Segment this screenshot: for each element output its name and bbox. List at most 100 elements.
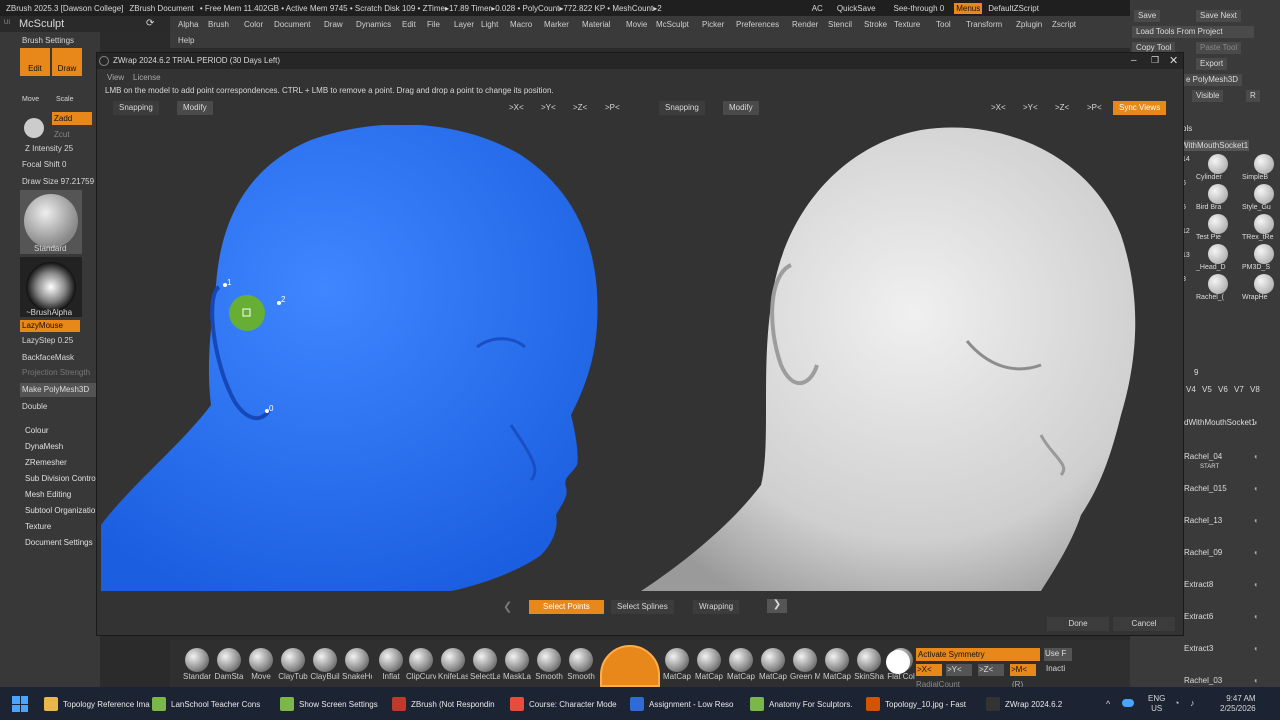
menu-texture[interactable]: Texture: [894, 20, 920, 29]
brush-thumbnail[interactable]: MaskLa: [502, 648, 532, 686]
left-snapping-tab[interactable]: Snapping: [113, 101, 159, 115]
menu-render[interactable]: Render: [792, 20, 818, 29]
menu-file[interactable]: File: [427, 20, 440, 29]
brush-thumbnail[interactable]: SkinSha: [854, 648, 884, 686]
target-viewport[interactable]: [641, 125, 1181, 591]
paste-tool-button[interactable]: Paste Tool: [1196, 42, 1242, 54]
menu-light[interactable]: Light: [481, 20, 498, 29]
cloud-icon[interactable]: [1122, 699, 1134, 707]
menu-brush[interactable]: Brush: [208, 20, 229, 29]
subtool-visibility-icon[interactable]: ◐: [1254, 484, 1259, 493]
menu-zplugin[interactable]: Zplugin: [1016, 20, 1042, 29]
subtool-item[interactable]: Rachel_015: [1184, 484, 1227, 493]
tool-thumbnail-icon[interactable]: [1254, 184, 1274, 204]
subtool-item[interactable]: Rachel_03: [1184, 676, 1222, 685]
subtool-visibility-icon[interactable]: ◐: [1254, 676, 1259, 685]
windows-start-icon[interactable]: [12, 696, 28, 712]
restore-icon[interactable]: ❐: [1151, 55, 1159, 66]
make-polymesh-button[interactable]: Make PolyMesh3D: [20, 383, 96, 397]
save-next-button[interactable]: Save Next: [1196, 10, 1241, 22]
refresh-icon[interactable]: ⟳: [146, 18, 154, 29]
menu-layer[interactable]: Layer: [454, 20, 474, 29]
menu-picker[interactable]: Picker: [702, 20, 724, 29]
subtool-visibility-icon[interactable]: ◐: [1254, 580, 1259, 589]
subtool-item[interactable]: Extract6: [1184, 612, 1213, 621]
menu-transform[interactable]: Transform: [966, 20, 1002, 29]
left-section-item[interactable]: Sub Division Contro: [25, 474, 96, 483]
menu-tool[interactable]: Tool: [936, 20, 951, 29]
left-modify-tab[interactable]: Modify: [177, 101, 213, 115]
menu-help[interactable]: Help: [178, 36, 194, 45]
select-points-button[interactable]: Select Points: [529, 600, 604, 614]
brush-thumbnail[interactable]: Inflat: [376, 648, 406, 686]
tool-thumbnail-icon[interactable]: [1208, 244, 1228, 264]
brush-thumbnail[interactable]: Smooth: [566, 648, 596, 686]
current-brush-preview[interactable]: [600, 645, 660, 687]
license-menu[interactable]: License: [133, 73, 161, 82]
version-header[interactable]: V5: [1202, 385, 1212, 394]
version-header[interactable]: V7: [1234, 385, 1244, 394]
load-tools-button[interactable]: Load Tools From Project: [1132, 26, 1254, 38]
minimize-icon[interactable]: –: [1131, 55, 1137, 66]
sym-y-button[interactable]: >Y<: [946, 664, 972, 676]
tool-thumbnail-icon[interactable]: [1254, 154, 1274, 174]
subtool-item[interactable]: Rachel_13: [1184, 516, 1222, 525]
taskbar-app[interactable]: Anatomy For Sculptors.: [750, 692, 853, 716]
brush-thumbnail[interactable]: MatCap: [726, 648, 756, 686]
left-axis-y[interactable]: >Y<: [535, 101, 562, 115]
brush-thumbnail[interactable]: ClayBuil: [310, 648, 340, 686]
tool-thumbnail-icon[interactable]: [1254, 214, 1274, 234]
subtool-item[interactable]: Rachel_04: [1184, 452, 1222, 461]
subtool-visibility-icon[interactable]: ◐: [1254, 644, 1259, 653]
z-intensity-slider[interactable]: Z Intensity 25: [25, 144, 73, 153]
version-header[interactable]: V6: [1218, 385, 1228, 394]
menus-button[interactable]: Menus: [954, 2, 983, 14]
menu-material[interactable]: Material: [582, 20, 610, 29]
export-button[interactable]: Export: [1196, 58, 1228, 70]
save-button[interactable]: Save: [1134, 10, 1161, 22]
see-through-slider[interactable]: See-through 0: [894, 4, 945, 13]
language-indicator[interactable]: ENG US: [1148, 694, 1165, 714]
focal-shift-slider[interactable]: Focal Shift 0: [22, 160, 66, 169]
right-axis-y[interactable]: >Y<: [1017, 101, 1044, 115]
taskbar-app[interactable]: Topology_10.jpg - Fast: [866, 692, 966, 716]
select-splines-button[interactable]: Select Splines: [611, 600, 674, 614]
taskbar-app[interactable]: Topology Reference Ima: [44, 692, 150, 716]
subtool-visibility-icon[interactable]: ◐: [1254, 452, 1259, 461]
blue-head-model[interactable]: 1 2 0: [101, 125, 637, 591]
quicksave-button[interactable]: QuickSave: [837, 4, 876, 13]
draw-size-slider[interactable]: Draw Size 97.21759: [22, 177, 94, 186]
version-header[interactable]: V4: [1186, 385, 1196, 394]
lazystep-slider[interactable]: LazyStep 0.25: [22, 336, 73, 345]
close-icon[interactable]: ✕: [1169, 54, 1178, 67]
sym-m-button[interactable]: >M<: [1010, 664, 1036, 676]
default-zscript-button[interactable]: DefaultZScript: [988, 4, 1039, 13]
draw-button[interactable]: Draw: [52, 48, 82, 76]
sync-views-button[interactable]: Sync Views: [1113, 101, 1167, 115]
brush-thumbnail[interactable]: MatCap: [758, 648, 788, 686]
brush-thumbnail[interactable]: Smooth: [534, 648, 564, 686]
version-header[interactable]: V8: [1250, 385, 1260, 394]
menu-edit[interactable]: Edit: [402, 20, 416, 29]
menu-marker[interactable]: Marker: [544, 20, 569, 29]
left-section-item[interactable]: Document Settings: [25, 538, 93, 547]
menu-mcsculpt[interactable]: McSculpt: [656, 20, 689, 29]
brush-thumbnail[interactable]: MatCap: [694, 648, 724, 686]
cancel-button[interactable]: Cancel: [1113, 617, 1175, 631]
menu-preferences[interactable]: Preferences: [736, 20, 779, 29]
tool-thumbnail-icon[interactable]: [1254, 274, 1274, 294]
tool-thumbnail-icon[interactable]: [1254, 244, 1274, 264]
subtool-visibility-icon[interactable]: ◐: [1254, 418, 1259, 427]
source-viewport[interactable]: 1 2 0: [101, 125, 637, 591]
subtool-item[interactable]: dWithMouthSocket1: [1184, 418, 1256, 427]
left-section-item[interactable]: ZRemesher: [25, 458, 67, 467]
r-button[interactable]: R: [1246, 90, 1260, 102]
edit-button[interactable]: Edit: [20, 48, 50, 76]
zadd-button[interactable]: Zadd: [52, 112, 92, 125]
right-modify-tab[interactable]: Modify: [723, 101, 759, 115]
double-toggle[interactable]: Double: [22, 402, 47, 411]
left-section-item[interactable]: Subtool Organizatio: [25, 506, 95, 515]
taskbar-app[interactable]: Assignment - Low Reso: [630, 692, 733, 716]
subtool-visibility-icon[interactable]: ◐: [1254, 548, 1259, 557]
zcut-button[interactable]: Zcut: [54, 130, 70, 139]
